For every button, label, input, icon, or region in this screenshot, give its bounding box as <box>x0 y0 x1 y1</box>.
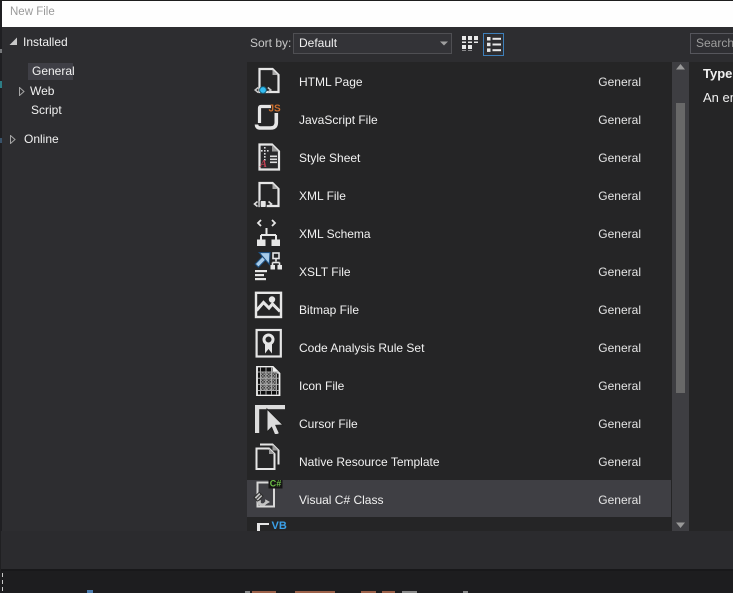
svg-text:C#: C# <box>270 480 282 489</box>
svg-text:A: A <box>259 159 267 170</box>
svg-text:JS: JS <box>269 104 282 115</box>
